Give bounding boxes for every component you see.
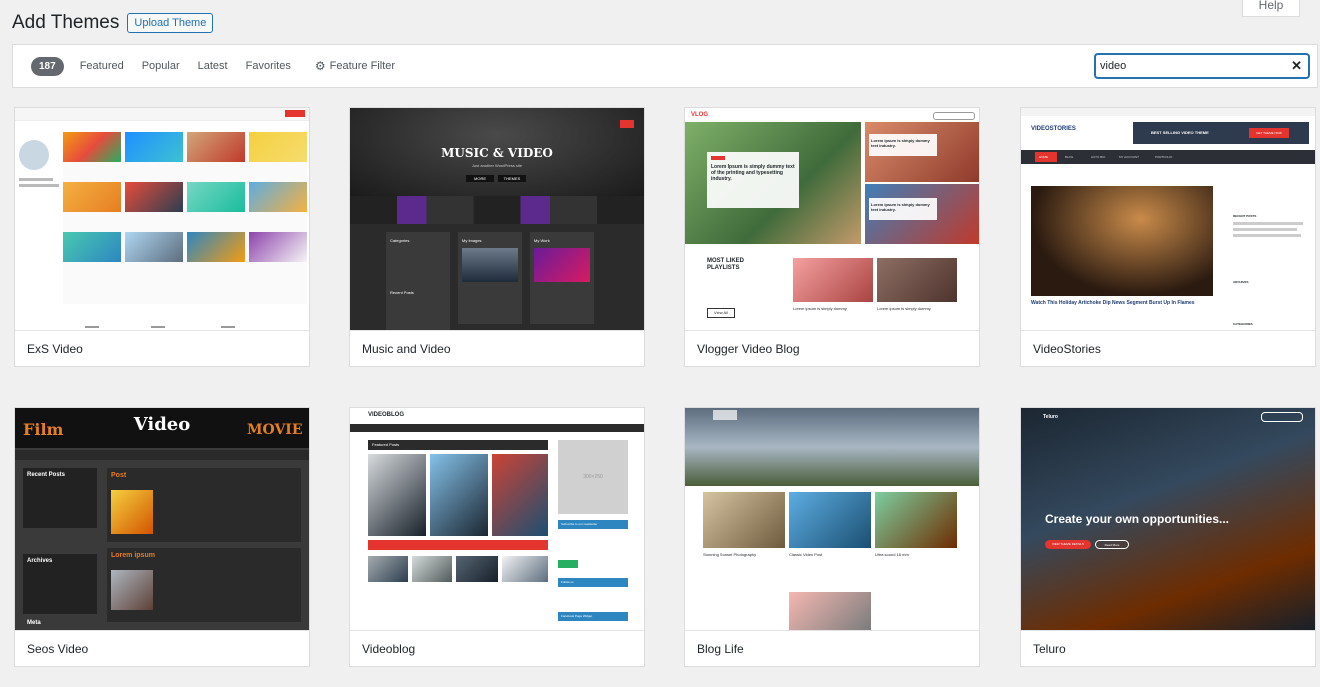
theme-screenshot <box>15 108 309 330</box>
theme-filter-bar: 187 Featured Popular Latest Favorites ⚙ … <box>12 44 1318 88</box>
help-tab[interactable]: Help <box>1242 0 1300 17</box>
theme-card-exs-video[interactable]: ExS Video <box>14 107 310 367</box>
feature-filter-button[interactable]: ⚙ Feature Filter <box>315 59 395 73</box>
theme-screenshot: VLOG Lorem Ipsum is simply dummy text of… <box>685 108 979 330</box>
theme-screenshot: VIDEOBLOG Featured Posts 300×250 Subscri… <box>350 408 644 630</box>
theme-name: Vlogger Video Blog <box>685 330 979 366</box>
upload-theme-button[interactable]: Upload Theme <box>127 13 214 33</box>
theme-count-badge: 187 <box>31 56 64 76</box>
filter-latest[interactable]: Latest <box>198 60 228 72</box>
theme-name: Videoblog <box>350 630 644 666</box>
theme-card-music-and-video[interactable]: MUSIC & VIDEO Just another WordPress sit… <box>349 107 645 367</box>
theme-search-box[interactable]: ✕ <box>1095 54 1309 78</box>
theme-screenshot: Film Video MOVIE Recent Posts Archives M… <box>15 408 309 630</box>
filter-featured[interactable]: Featured <box>80 60 124 72</box>
preview-tagline: Just another WordPress site <box>471 163 523 168</box>
filter-favorites[interactable]: Favorites <box>246 60 291 72</box>
preview-btn: MORE <box>466 175 494 182</box>
page-header: Add Themes Upload Theme <box>12 10 214 36</box>
theme-name: Teluro <box>1021 630 1315 666</box>
preview-heading: MUSIC & VIDEO <box>441 146 553 160</box>
theme-screenshot: MUSIC & VIDEO Just another WordPress sit… <box>350 108 644 330</box>
theme-search-input[interactable] <box>1096 59 1282 73</box>
gear-icon: ⚙ <box>314 59 326 73</box>
theme-screenshot: Stunning Sunset Photography Classic Vide… <box>685 408 979 630</box>
theme-card-videostories[interactable]: VIDEOSTORIES BEST SELLING VIDEO THEME GE… <box>1020 107 1316 367</box>
clear-search-icon[interactable]: ✕ <box>1291 58 1302 74</box>
theme-card-blog-life[interactable]: Stunning Sunset Photography Classic Vide… <box>684 407 980 667</box>
theme-card-teluro[interactable]: Teluro Create your own opportunities... … <box>1020 407 1316 667</box>
theme-card-vlogger-video-blog[interactable]: VLOG Lorem Ipsum is simply dummy text of… <box>684 107 980 367</box>
theme-name: VideoStories <box>1021 330 1315 366</box>
theme-name: Seos Video <box>15 630 309 666</box>
theme-name: Blog Life <box>685 630 979 666</box>
page-title: Add Themes <box>12 12 120 33</box>
filter-popular[interactable]: Popular <box>142 60 180 72</box>
theme-screenshot: VIDEOSTORIES BEST SELLING VIDEO THEME GE… <box>1021 108 1315 330</box>
preview-btn: THEMES <box>498 175 526 182</box>
theme-name: Music and Video <box>350 330 644 366</box>
theme-card-seos-video[interactable]: Film Video MOVIE Recent Posts Archives M… <box>14 407 310 667</box>
theme-screenshot: Teluro Create your own opportunities... … <box>1021 408 1315 630</box>
theme-card-videoblog[interactable]: VIDEOBLOG Featured Posts 300×250 Subscri… <box>349 407 645 667</box>
feature-filter-label: Feature Filter <box>329 60 396 72</box>
theme-name: ExS Video <box>15 330 309 366</box>
